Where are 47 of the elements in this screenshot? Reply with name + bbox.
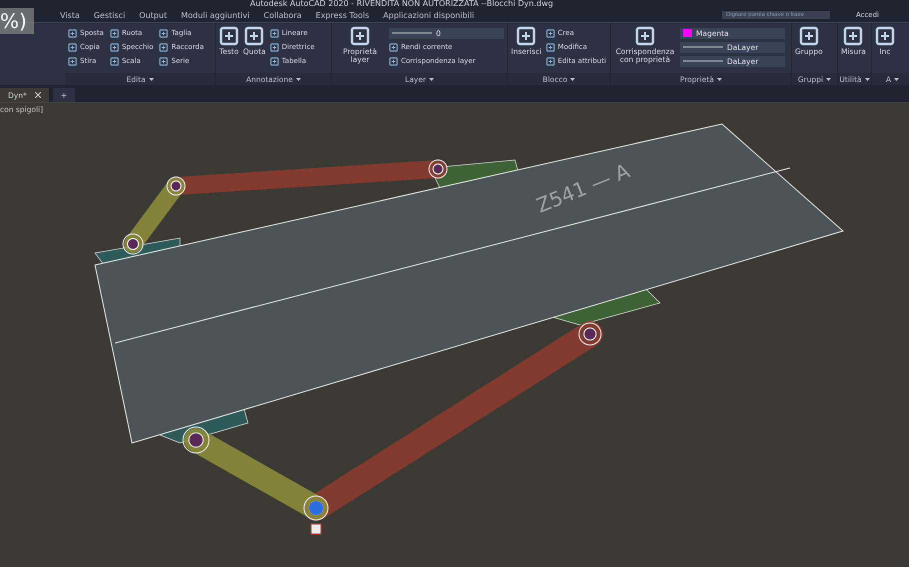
tool-icon	[350, 26, 370, 46]
tool-icon	[389, 42, 398, 52]
tool-icon	[270, 28, 279, 38]
line-icon	[683, 60, 723, 62]
tool-icon	[270, 42, 279, 52]
caret-icon	[570, 78, 576, 80]
caret-icon	[296, 78, 301, 80]
menu-item[interactable]: Applicazioni disponibili	[383, 10, 474, 20]
tool-icon	[68, 42, 77, 52]
menu-item[interactable]: Gestisci	[94, 10, 126, 20]
caret-icon	[826, 78, 832, 80]
caret-icon	[864, 78, 870, 80]
tool-icon	[110, 28, 119, 38]
part-label: Z541 — A	[532, 158, 633, 218]
tool-icon	[159, 42, 168, 52]
tool-icon	[546, 42, 555, 52]
tool-icon	[159, 28, 168, 38]
tool-icon	[110, 56, 119, 66]
caret-icon	[428, 78, 434, 80]
tool-icon	[546, 56, 555, 66]
tool-icon	[68, 28, 77, 38]
menu-item[interactable]: Output	[139, 10, 167, 20]
tool-icon	[110, 42, 119, 52]
line-icon	[683, 46, 723, 48]
tool-icon	[244, 26, 264, 46]
menu-item[interactable]: Express Tools	[316, 10, 370, 20]
close-icon[interactable]	[34, 92, 41, 98]
tool-icon	[546, 28, 555, 38]
tool-icon	[68, 56, 77, 66]
tool-icon	[875, 26, 895, 46]
line-icon	[392, 32, 432, 34]
caret-icon	[148, 78, 154, 80]
tool-icon	[270, 56, 279, 66]
tool-icon	[798, 26, 819, 46]
caret-icon	[894, 78, 900, 80]
menu-item[interactable]: Collabora	[264, 10, 302, 20]
caret-icon	[716, 78, 722, 80]
overlay-text: %)	[0, 8, 34, 34]
window-title: Autodesk AutoCAD 2020 - RIVENDITA NON AUTORIZZATA --Blocchi Dyn.dwg	[250, 0, 554, 8]
tool-icon	[635, 26, 655, 46]
menu-item[interactable]: Moduli aggiuntivi	[180, 10, 250, 20]
tool-icon	[516, 26, 536, 46]
tool-icon	[159, 56, 168, 66]
tool-icon	[843, 26, 864, 46]
menu-item[interactable]: Vista	[60, 10, 80, 20]
tool-icon	[219, 26, 239, 46]
tool-icon	[389, 56, 398, 66]
